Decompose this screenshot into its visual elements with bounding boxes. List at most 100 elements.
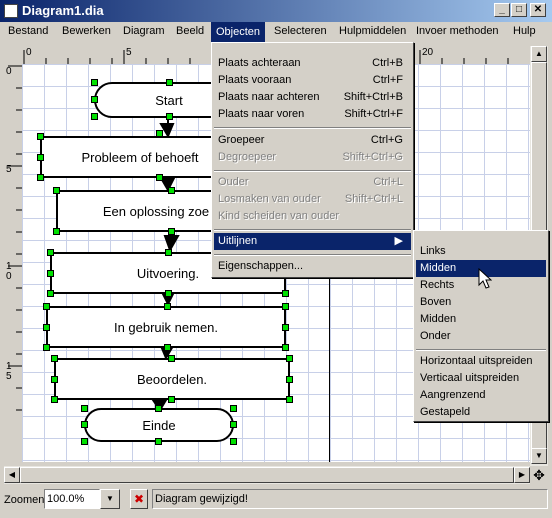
ruler-label: 20 bbox=[422, 47, 434, 58]
selection-handle[interactable] bbox=[91, 79, 98, 86]
menu-separator bbox=[214, 170, 411, 172]
vertical-ruler: 0 5 1 0 1 5 bbox=[4, 64, 23, 462]
selection-handle[interactable] bbox=[51, 376, 58, 383]
selection-handle[interactable] bbox=[286, 355, 293, 362]
scroll-down-button[interactable]: ▼ bbox=[531, 448, 547, 464]
menu-hulpmiddelen[interactable]: Hulpmiddelen bbox=[335, 25, 410, 37]
maximize-button[interactable]: □ bbox=[511, 3, 527, 17]
menu-item-verticaal-uitspreiden[interactable]: Verticaal uitspreiden bbox=[416, 370, 546, 387]
selection-handle[interactable] bbox=[37, 174, 44, 181]
menu-item-onder[interactable]: Onder bbox=[416, 328, 546, 345]
menu-item-losmaken-van-ouder: Losmaken van ouder Shift+Ctrl+L bbox=[218, 193, 403, 205]
menu-item-plaats-naar-achteren[interactable]: Plaats naar achteren Shift+Ctrl+B bbox=[214, 89, 411, 106]
selection-handle[interactable] bbox=[43, 303, 50, 310]
flow-node-deploy[interactable]: In gebruik nemen. bbox=[46, 306, 286, 348]
selection-handle[interactable] bbox=[81, 421, 88, 428]
selection-handle[interactable] bbox=[282, 344, 289, 351]
selection-handle[interactable] bbox=[168, 187, 175, 194]
selection-handle[interactable] bbox=[43, 344, 50, 351]
menu-item-eigenschappen[interactable]: Eigenschappen... bbox=[214, 258, 411, 275]
selection-handle[interactable] bbox=[53, 228, 60, 235]
selection-handle[interactable] bbox=[81, 438, 88, 445]
selection-handle[interactable] bbox=[230, 421, 237, 428]
menu-invoer-methoden[interactable]: Invoer methoden bbox=[412, 25, 503, 37]
modified-icon: ✖ bbox=[130, 489, 148, 509]
navigate-icon[interactable]: ✥ bbox=[530, 466, 548, 484]
scroll-thumb[interactable] bbox=[20, 467, 514, 483]
menu-item-links[interactable]: Links bbox=[416, 243, 546, 260]
menu-item-plaats-achteraan[interactable]: Plaats achteraan Ctrl+B bbox=[214, 55, 411, 72]
selection-handle[interactable] bbox=[43, 324, 50, 331]
close-button[interactable]: ✕ bbox=[530, 3, 546, 17]
selection-handle[interactable] bbox=[47, 249, 54, 256]
menu-hulp[interactable]: Hulp bbox=[509, 25, 540, 37]
selection-handle[interactable] bbox=[91, 96, 98, 103]
menu-diagram[interactable]: Diagram bbox=[119, 25, 169, 37]
horizontal-scrollbar[interactable]: ◀ ▶ bbox=[4, 466, 530, 484]
selection-handle[interactable] bbox=[286, 376, 293, 383]
selection-handle[interactable] bbox=[165, 290, 172, 297]
menu-objecten[interactable]: Objecten bbox=[211, 22, 266, 42]
node-label: Einde bbox=[142, 417, 176, 433]
selection-handle[interactable] bbox=[53, 187, 60, 194]
selection-handle[interactable] bbox=[282, 303, 289, 310]
menu-item-horizontaal-uitspreiden[interactable]: Horizontaal uitspreiden bbox=[416, 353, 546, 370]
menu-item-uitlijnen[interactable]: Uitlijnen ▶ bbox=[214, 233, 411, 250]
selection-handle[interactable] bbox=[286, 396, 293, 403]
flow-node-end[interactable]: Einde bbox=[84, 408, 234, 442]
menu-bestand[interactable]: Bestand bbox=[4, 25, 52, 37]
selection-handle[interactable] bbox=[230, 405, 237, 412]
selection-handle[interactable] bbox=[156, 174, 163, 181]
selection-handle[interactable] bbox=[282, 290, 289, 297]
scroll-right-button[interactable]: ▶ bbox=[514, 467, 530, 483]
menu-selecteren[interactable]: Selecteren bbox=[270, 25, 331, 37]
selection-handle[interactable] bbox=[37, 154, 44, 161]
menu-item-kind-scheiden: Kind scheiden van ouder bbox=[218, 210, 340, 222]
selection-handle[interactable] bbox=[164, 303, 171, 310]
scroll-left-button[interactable]: ◀ bbox=[4, 467, 20, 483]
selection-handle[interactable] bbox=[168, 228, 175, 235]
selection-handle[interactable] bbox=[168, 396, 175, 403]
node-label: Uitvoering. bbox=[136, 265, 200, 281]
minimize-button[interactable]: _ bbox=[494, 3, 510, 17]
selection-handle[interactable] bbox=[155, 438, 162, 445]
selection-handle[interactable] bbox=[47, 290, 54, 297]
menu-item-degroepeer: Degroepeer Shift+Ctrl+G bbox=[218, 151, 403, 163]
menu-item-plaats-vooraan[interactable]: Plaats vooraan Ctrl+F bbox=[214, 72, 411, 89]
node-label: Start bbox=[155, 92, 183, 108]
menu-item-gestapeld[interactable]: Gestapeld bbox=[416, 404, 546, 421]
selection-handle[interactable] bbox=[230, 438, 237, 445]
zoom-dropdown-button[interactable]: ▼ bbox=[100, 489, 120, 509]
node-label: In gebruik nemen. bbox=[113, 319, 219, 335]
selection-handle[interactable] bbox=[155, 405, 162, 412]
selection-handle[interactable] bbox=[81, 405, 88, 412]
flow-node-evaluate[interactable]: Beoordelen. bbox=[54, 358, 290, 400]
selection-handle[interactable] bbox=[165, 249, 172, 256]
scroll-up-button[interactable]: ▲ bbox=[531, 46, 547, 62]
flow-node-problem[interactable]: Probleem of behoeft bbox=[40, 136, 240, 178]
selection-handle[interactable] bbox=[51, 396, 58, 403]
selection-handle[interactable] bbox=[282, 324, 289, 331]
menu-item-plaats-naar-voren[interactable]: Plaats naar voren Shift+Ctrl+F bbox=[214, 106, 411, 123]
menu-item-boven[interactable]: Boven bbox=[416, 294, 546, 311]
selection-handle[interactable] bbox=[51, 355, 58, 362]
selection-handle[interactable] bbox=[166, 113, 173, 120]
mouse-cursor-icon bbox=[478, 268, 492, 289]
menu-item-groepeer[interactable]: Groepeer Ctrl+G bbox=[214, 132, 411, 149]
selection-handle[interactable] bbox=[166, 79, 173, 86]
node-label: Een oplossing zoe bbox=[102, 203, 210, 219]
menu-bewerken[interactable]: Bewerken bbox=[58, 25, 115, 37]
ruler-label: 0 bbox=[6, 66, 12, 77]
menu-item-aangrenzend[interactable]: Aangrenzend bbox=[416, 387, 546, 404]
selection-handle[interactable] bbox=[164, 344, 171, 351]
selection-handle[interactable] bbox=[91, 113, 98, 120]
selection-handle[interactable] bbox=[156, 130, 163, 137]
zoom-input[interactable]: 100.0% bbox=[44, 489, 100, 509]
node-label: Probleem of behoeft bbox=[81, 149, 199, 165]
selection-handle[interactable] bbox=[168, 355, 175, 362]
selection-handle[interactable] bbox=[37, 133, 44, 140]
menu-item-midden-vertical[interactable]: Midden bbox=[416, 311, 546, 328]
selection-handle[interactable] bbox=[47, 270, 54, 277]
ruler-label: 5 bbox=[126, 47, 132, 58]
menu-beeld[interactable]: Beeld bbox=[172, 25, 208, 37]
